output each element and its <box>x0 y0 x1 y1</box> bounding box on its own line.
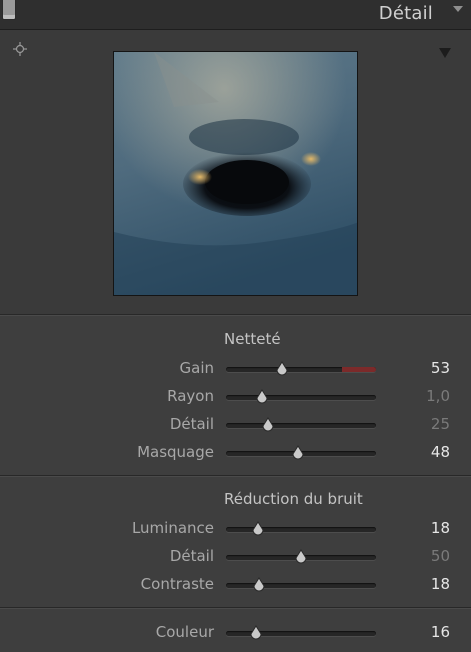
target-adjust-icon[interactable] <box>13 42 27 56</box>
color-label: Couleur <box>155 623 214 641</box>
radius-slider-track[interactable] <box>226 395 376 400</box>
section-divider <box>0 314 471 316</box>
gain-slider-track[interactable] <box>226 367 376 372</box>
radius-label: Rayon <box>167 387 214 405</box>
detail-slider-track[interactable] <box>226 423 376 428</box>
contrast-slider-track[interactable] <box>226 583 376 588</box>
preview-menu-triangle-icon[interactable] <box>439 48 451 58</box>
masking-slider-thumb[interactable] <box>290 445 306 461</box>
luminance-slider-track[interactable] <box>226 527 376 532</box>
gain-label: Gain <box>179 359 215 377</box>
luminance-label: Luminance <box>131 519 214 537</box>
gain-warning-zone <box>342 367 376 372</box>
color-slider-thumb[interactable] <box>248 625 264 641</box>
gain-value[interactable]: 53 <box>431 359 450 377</box>
detail-label: Détail <box>169 415 214 433</box>
contrast-slider-thumb[interactable] <box>251 577 267 593</box>
luminance-value[interactable]: 18 <box>431 519 450 537</box>
contrast-label: Contraste <box>140 575 214 593</box>
detail-preview-area <box>0 30 471 314</box>
panel-title: Détail <box>378 3 433 24</box>
luminance-detail-slider-thumb[interactable] <box>293 549 309 565</box>
section-divider <box>0 475 471 477</box>
sharpening-title: Netteté <box>224 330 281 348</box>
masking-label: Masquage <box>137 443 214 461</box>
detail-preview-image[interactable] <box>113 51 358 296</box>
radius-slider-thumb[interactable] <box>254 389 270 405</box>
panel-switch-toggle[interactable] <box>2 0 16 20</box>
luminance-slider-thumb[interactable] <box>250 521 266 537</box>
contrast-value[interactable]: 18 <box>431 575 450 593</box>
detail-slider-thumb[interactable] <box>260 417 276 433</box>
luminance-detail-value[interactable]: 50 <box>431 547 450 565</box>
gain-slider-thumb[interactable] <box>274 361 290 377</box>
detail-value[interactable]: 25 <box>431 415 450 433</box>
radius-value[interactable]: 1,0 <box>426 387 450 405</box>
luminance-detail-label: Détail <box>169 547 214 565</box>
color-value[interactable]: 16 <box>431 623 450 641</box>
masking-value[interactable]: 48 <box>431 443 450 461</box>
panel-header[interactable]: Détail <box>0 0 471 30</box>
section-divider <box>0 607 471 609</box>
noise-reduction-title: Réduction du bruit <box>224 490 363 508</box>
collapse-triangle-icon[interactable] <box>453 6 463 12</box>
